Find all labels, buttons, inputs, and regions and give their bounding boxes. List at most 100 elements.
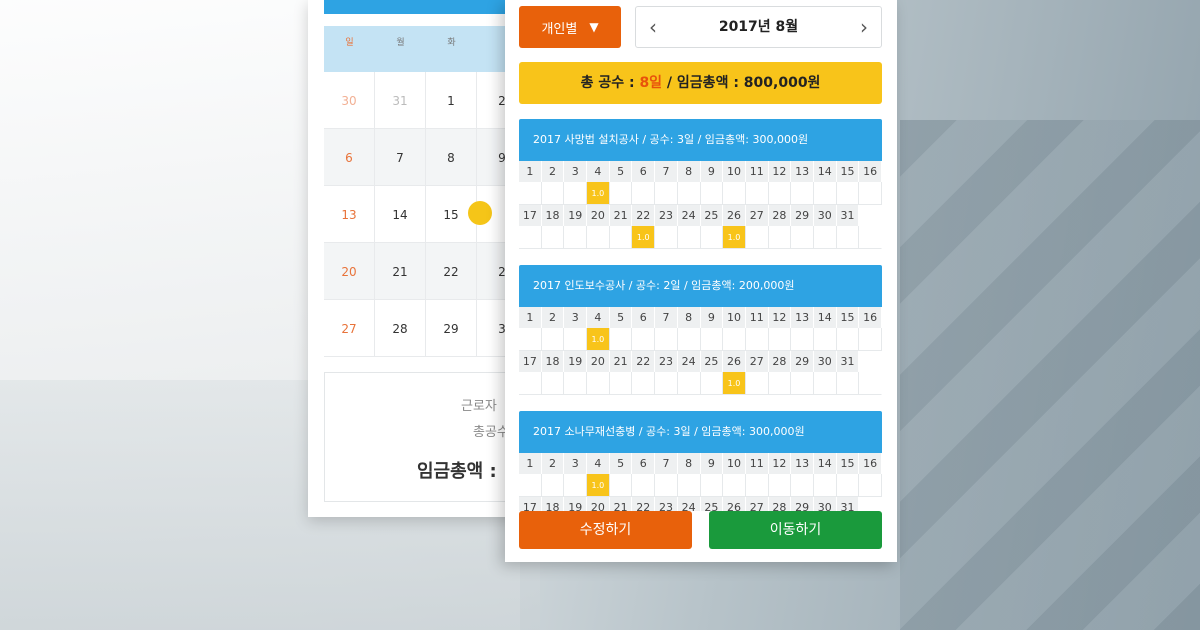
chevron-left-icon[interactable]: ‹ — [638, 7, 668, 47]
day-value[interactable] — [768, 226, 792, 249]
day-value[interactable] — [632, 182, 656, 205]
day-value[interactable] — [723, 182, 746, 205]
project-title[interactable]: 2017 인도보수공사 / 공수: 2일 / 임금총액: 200,000원 — [519, 265, 882, 307]
day-value[interactable] — [813, 182, 837, 205]
day-value[interactable] — [836, 226, 860, 249]
day-value[interactable] — [564, 372, 588, 395]
day-value[interactable] — [655, 328, 678, 351]
day-value[interactable]: 1.0 — [587, 328, 610, 351]
day-value[interactable] — [859, 474, 882, 497]
day-value[interactable] — [541, 182, 565, 205]
move-button[interactable]: 이동하기 — [709, 511, 882, 549]
day-value[interactable] — [700, 226, 724, 249]
day-value[interactable] — [723, 474, 746, 497]
day-value[interactable] — [700, 328, 724, 351]
calendar-day[interactable]: 22 — [426, 243, 477, 299]
day-value[interactable] — [677, 372, 701, 395]
day-value[interactable] — [700, 372, 724, 395]
day-value[interactable] — [632, 372, 656, 395]
day-value[interactable] — [677, 182, 701, 205]
day-value[interactable] — [609, 372, 633, 395]
day-value[interactable] — [836, 328, 860, 351]
day-value[interactable] — [836, 372, 860, 395]
day-value[interactable] — [677, 226, 701, 249]
day-value[interactable]: 1.0 — [723, 226, 746, 249]
day-value[interactable] — [813, 372, 837, 395]
day-value[interactable] — [519, 372, 542, 395]
day-value[interactable] — [519, 226, 542, 249]
day-value[interactable] — [836, 182, 860, 205]
day-value[interactable] — [768, 182, 792, 205]
day-value[interactable] — [745, 226, 769, 249]
chevron-right-icon[interactable]: › — [849, 7, 879, 47]
view-type-dropdown[interactable]: 개인별 ▼ — [519, 6, 621, 48]
calendar-day[interactable]: 21 — [375, 243, 426, 299]
day-value[interactable]: 1.0 — [632, 226, 656, 249]
project-list[interactable]: 2017 사망법 설치공사 / 공수: 3일 / 임금총액: 300,000원 1… — [519, 119, 882, 511]
day-value[interactable] — [609, 182, 633, 205]
day-value[interactable]: 1.0 — [587, 474, 610, 497]
day-value[interactable] — [700, 182, 724, 205]
calendar-day[interactable]: 28 — [375, 300, 426, 356]
edit-button[interactable]: 수정하기 — [519, 511, 692, 549]
day-value[interactable] — [587, 372, 610, 395]
day-value[interactable] — [655, 182, 678, 205]
day-value[interactable] — [745, 328, 769, 351]
day-value[interactable] — [745, 182, 769, 205]
day-value[interactable] — [836, 474, 860, 497]
calendar-day[interactable]: 30 — [324, 72, 375, 128]
day-value[interactable] — [745, 372, 769, 395]
day-value[interactable] — [677, 328, 701, 351]
day-value[interactable] — [632, 474, 656, 497]
day-value[interactable] — [564, 182, 588, 205]
day-value[interactable] — [609, 474, 633, 497]
day-value[interactable] — [768, 328, 792, 351]
project-title[interactable]: 2017 사망법 설치공사 / 공수: 3일 / 임금총액: 300,000원 — [519, 119, 882, 161]
calendar-day[interactable]: 8 — [426, 129, 477, 185]
calendar-day[interactable]: 13 — [324, 186, 375, 242]
day-value[interactable] — [791, 328, 814, 351]
day-value[interactable] — [859, 328, 882, 351]
day-value[interactable] — [745, 474, 769, 497]
day-value[interactable]: 1.0 — [723, 372, 746, 395]
day-value[interactable] — [677, 474, 701, 497]
project-title[interactable]: 2017 소나무재선충병 / 공수: 3일 / 임금총액: 300,000원 — [519, 411, 882, 453]
day-value[interactable] — [791, 182, 814, 205]
day-value[interactable] — [632, 328, 656, 351]
day-value[interactable] — [791, 474, 814, 497]
day-value[interactable] — [655, 372, 678, 395]
day-value[interactable] — [791, 226, 814, 249]
day-value[interactable] — [541, 226, 565, 249]
day-value[interactable] — [587, 226, 610, 249]
day-value[interactable] — [541, 474, 565, 497]
calendar-day[interactable]: 20 — [324, 243, 375, 299]
calendar-day[interactable]: 7 — [375, 129, 426, 185]
day-value[interactable] — [541, 328, 565, 351]
day-value[interactable] — [813, 226, 837, 249]
day-value[interactable] — [791, 372, 814, 395]
calendar-day[interactable]: 6 — [324, 129, 375, 185]
day-value[interactable] — [768, 474, 792, 497]
day-value[interactable] — [768, 372, 792, 395]
day-value[interactable] — [541, 372, 565, 395]
day-value[interactable] — [813, 328, 837, 351]
day-value[interactable] — [519, 474, 542, 497]
day-value[interactable] — [564, 328, 588, 351]
day-value[interactable] — [655, 226, 678, 249]
day-value[interactable] — [859, 182, 882, 205]
calendar-day[interactable]: 31 — [375, 72, 426, 128]
calendar-day[interactable]: 29 — [426, 300, 477, 356]
day-value[interactable] — [519, 182, 542, 205]
calendar-day[interactable]: 14 — [375, 186, 426, 242]
calendar-day[interactable]: 27 — [324, 300, 375, 356]
day-value[interactable] — [609, 328, 633, 351]
day-value[interactable] — [519, 328, 542, 351]
day-value[interactable]: 1.0 — [587, 182, 610, 205]
day-value[interactable] — [700, 474, 724, 497]
day-value[interactable] — [564, 226, 588, 249]
day-value[interactable] — [813, 474, 837, 497]
day-value[interactable] — [564, 474, 588, 497]
calendar-day[interactable]: 1 — [426, 72, 477, 128]
day-value[interactable] — [723, 328, 746, 351]
day-value[interactable] — [655, 474, 678, 497]
